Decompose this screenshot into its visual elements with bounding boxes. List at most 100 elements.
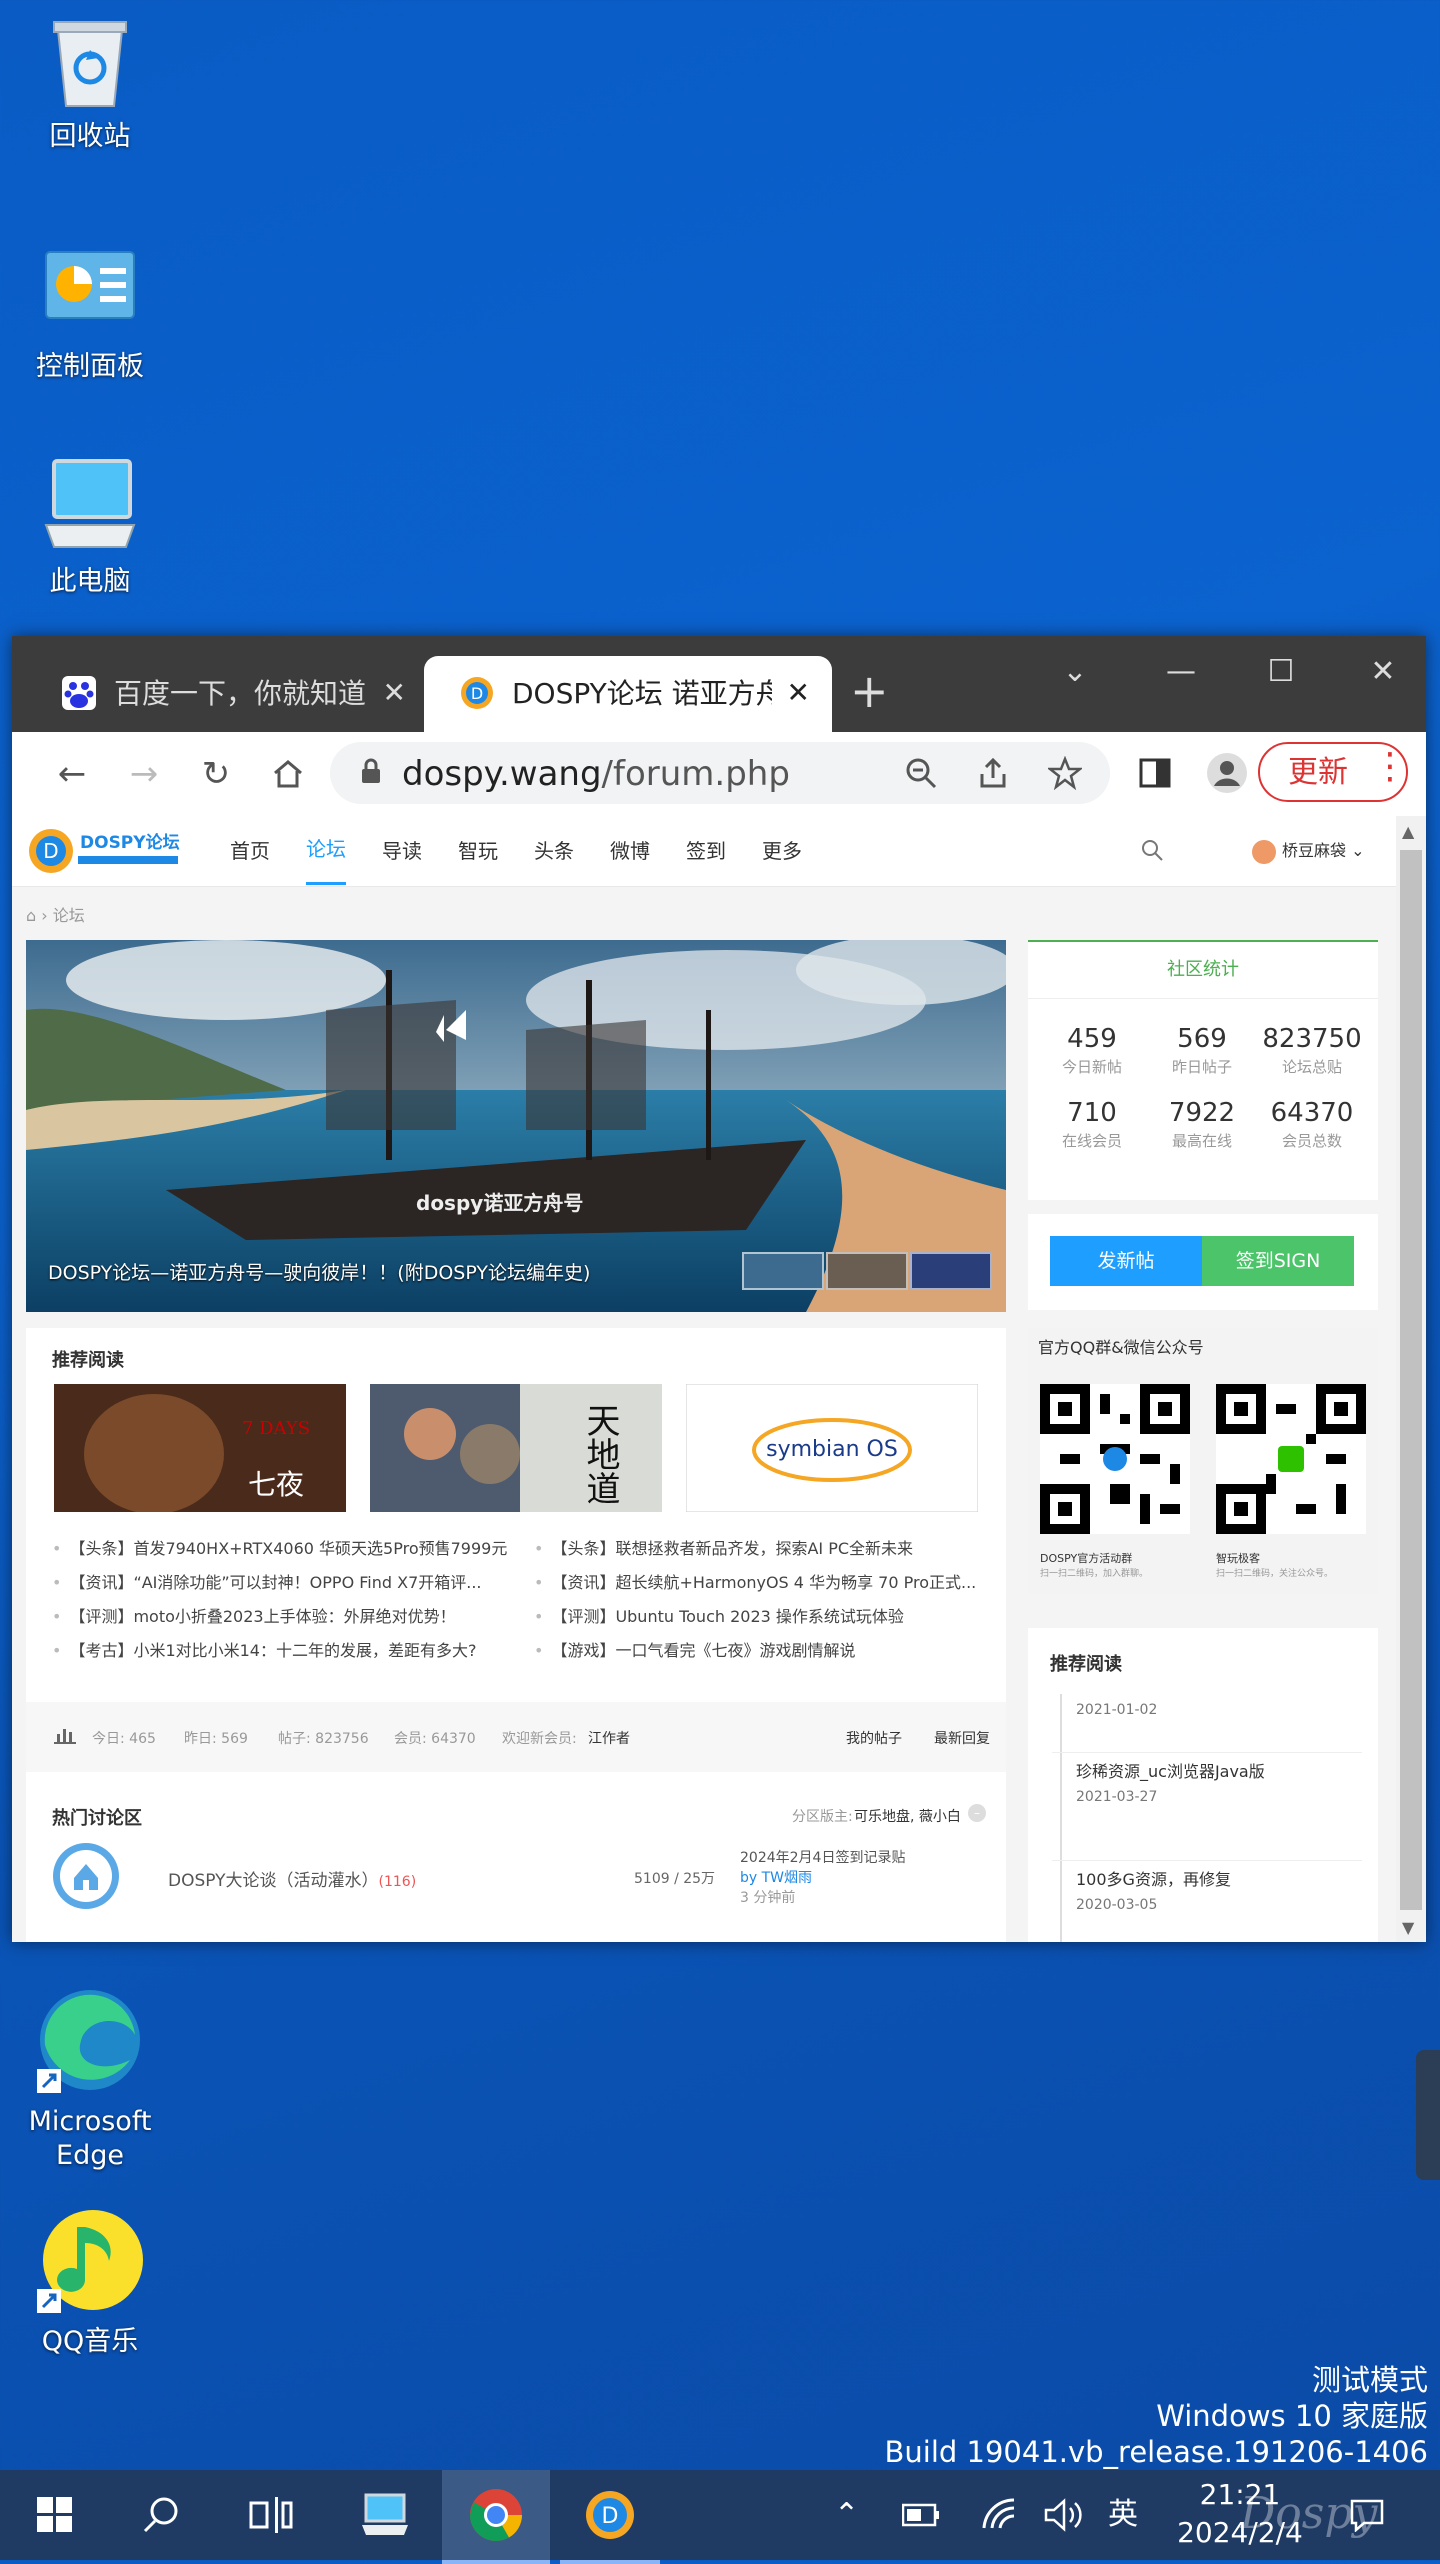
user-menu[interactable]: 桥豆麻袋 ⌄ [1252, 838, 1365, 864]
home-icon[interactable] [266, 752, 310, 796]
tab-dospy[interactable]: D DOSPY论坛 诺亚方舟 ✕ [424, 656, 832, 732]
profile-avatar-icon[interactable] [1206, 752, 1248, 794]
stat-today: 今日: 465 [92, 1731, 156, 1747]
back-arrow-icon[interactable]: ← [50, 752, 94, 796]
board-name-link[interactable]: DOSPY大论谈（活动灌水）(116) [168, 1866, 416, 1891]
stat-label: 在线会员 [1061, 1132, 1122, 1150]
desktop-icon-recycle-bin[interactable]: 回收站 [20, 10, 160, 154]
bookmark-star-icon[interactable] [1048, 756, 1082, 790]
timeline-item[interactable]: 珍稀资源_uc浏览器Java版 2021-03-27 [1052, 1752, 1362, 1809]
svg-text:七夜: 七夜 [248, 1468, 304, 1501]
address-bar[interactable]: dospy.wang/forum.php [330, 742, 1110, 804]
side-panel-icon[interactable] [1138, 756, 1172, 790]
my-posts-link[interactable]: 我的帖子 [846, 1728, 902, 1748]
scroll-down-icon[interactable]: ▼ [1402, 1918, 1414, 1937]
wifi-icon[interactable] [980, 2496, 1018, 2534]
nav-item-guide[interactable]: 导读 [382, 816, 422, 886]
nav-item-smartplay[interactable]: 智玩 [458, 816, 498, 886]
search-button[interactable] [116, 2470, 206, 2560]
banner-thumb[interactable] [910, 1252, 992, 1290]
collapse-icon[interactable]: – [968, 1804, 986, 1822]
zoom-out-icon[interactable] [904, 756, 938, 790]
board-last-post[interactable]: 2024年2月4日签到记录贴 by TW烟雨 3 分钟前 [740, 1848, 905, 1908]
share-icon[interactable] [976, 756, 1010, 790]
thumbnail-seven-days-game[interactable]: 7 DAYS 七夜 [54, 1384, 346, 1512]
breadcrumb-item[interactable]: 论坛 [53, 906, 85, 925]
nav-item-signin[interactable]: 签到 [686, 816, 726, 886]
desktop-icon-label: Microsoft Edge [28, 2106, 152, 2171]
news-item[interactable]: 【评测】moto小折叠2023上手体验：外屏绝对优势！ [52, 1600, 512, 1634]
volume-flyout-edge[interactable] [1416, 2050, 1440, 2180]
svg-text:D: D [602, 2504, 619, 2529]
news-item[interactable]: 【头条】联想拯救者新品齐发，探索AI PC全新未来 [534, 1532, 994, 1566]
nav-item-more[interactable]: 更多 [762, 816, 802, 886]
new-post-button[interactable]: 发新帖 [1050, 1236, 1202, 1286]
taskbar-app-chrome[interactable] [442, 2470, 550, 2564]
banner-slideshow[interactable]: dospy诺亚方舟号 DOSPY论坛—诺亚方舟号—驶向彼岸！！(附DOSPY论坛… [26, 940, 1006, 1312]
new-member-link[interactable]: 江作者 [588, 1728, 630, 1748]
desktop-icon-this-pc[interactable]: 此电脑 [20, 455, 160, 599]
thumbnail-symbian[interactable]: symbian OS [686, 1384, 978, 1512]
minimize-button[interactable]: — [1156, 652, 1206, 692]
news-item[interactable]: 【评测】Ubuntu Touch 2023 操作系统试玩体验 [534, 1600, 994, 1634]
scroll-up-icon[interactable]: ▲ [1402, 822, 1414, 841]
moderators-names[interactable]: 可乐地盘, 薇小白 [854, 1806, 961, 1826]
desktop-icon-qq-music[interactable]: QQ音乐 [20, 2205, 160, 2359]
maximize-button[interactable]: ☐ [1256, 652, 1306, 692]
board-icon[interactable] [52, 1842, 120, 1910]
browser-toolbar: ← → ↻ dospy.wang/forum.php 更新 ⋮ [12, 732, 1426, 817]
volume-icon[interactable] [1044, 2498, 1084, 2532]
user-name: 桥豆麻袋 [1282, 841, 1347, 860]
update-browser-button[interactable]: 更新 ⋮ [1258, 742, 1408, 802]
sign-in-button[interactable]: 签到SIGN [1202, 1236, 1354, 1286]
taskbar-app-computer[interactable] [340, 2470, 430, 2560]
news-item[interactable]: 【考古】小米1对比小米14：十二年的发展，差距有多大? [52, 1634, 512, 1668]
watermark-line: Build 19041.vb_release.191206-1406 [884, 2435, 1429, 2469]
reload-icon[interactable]: ↻ [194, 752, 238, 796]
last-post-user[interactable]: TW烟雨 [762, 1870, 812, 1886]
timeline-item[interactable]: 2021-01-02 [1052, 1698, 1362, 1722]
home-icon[interactable]: ⌂ [26, 906, 36, 925]
start-button[interactable] [10, 2470, 100, 2560]
tab-baidu[interactable]: 百度一下，你就知道 ✕ [26, 656, 428, 732]
stat-online: 710 在线会员 [1042, 1096, 1142, 1152]
desktop-icon-edge[interactable]: Microsoft Edge [20, 1985, 160, 2173]
forward-arrow-icon[interactable]: → [122, 752, 166, 796]
more-menu-icon[interactable]: ⋮ [1372, 748, 1408, 786]
nav-item-forum[interactable]: 论坛 [306, 816, 346, 885]
news-item[interactable]: 【头条】首发7940HX+RTX4060 华硕天选5Pro预售7999元 [52, 1532, 512, 1566]
news-item[interactable]: 【资讯】“AI消除功能”可以封神！OPPO Find X7开箱评... [52, 1566, 512, 1600]
desktop-icon-control-panel[interactable]: 控制面板 [20, 240, 160, 384]
battery-icon[interactable] [902, 2502, 940, 2528]
nav-item-headlines[interactable]: 头条 [534, 816, 574, 886]
thumbnail-tiandi-game[interactable]: 天地道 [370, 1384, 662, 1512]
qr-card: 官方QQ群&微信公众号 DOSPY官方活动群 扫一扫二维码，加入群聊。 智玩极客… [1028, 1328, 1378, 1594]
computer-icon [40, 455, 140, 555]
close-window-button[interactable]: ✕ [1358, 652, 1408, 692]
banner-caption[interactable]: DOSPY论坛—诺亚方舟号—驶向彼岸！！(附DOSPY论坛编年史) [48, 1258, 590, 1285]
watermark-line: Windows 10 家庭版 [1156, 2399, 1428, 2433]
tab-close-icon[interactable]: ✕ [787, 674, 810, 712]
ime-indicator[interactable]: 英 [1108, 2470, 1138, 2560]
banner-thumb[interactable] [826, 1252, 908, 1290]
new-tab-button[interactable]: + [850, 666, 889, 716]
nav-item-weibo[interactable]: 微博 [610, 816, 650, 886]
show-hidden-icons-chevron-icon[interactable]: ⌃ [834, 2470, 859, 2560]
qr-label-sub: 扫一扫二维码，关注公众号。 [1216, 1569, 1334, 1579]
qq-group-label: DOSPY官方活动群 扫一扫二维码，加入群聊。 [1040, 1550, 1200, 1579]
taskbar: D ⌃ 英 21:21 2024/2/4 Dospy [0, 2470, 1440, 2564]
tab-close-icon[interactable]: ✕ [383, 674, 406, 712]
notifications-icon[interactable] [1350, 2498, 1384, 2532]
page-scrollbar[interactable]: ▲ ▼ [1396, 816, 1426, 1942]
task-view-button[interactable] [226, 2470, 316, 2560]
banner-thumb[interactable] [742, 1252, 824, 1290]
news-item[interactable]: 【游戏】一口气看完《七夜》游戏剧情解说 [534, 1634, 994, 1668]
news-item[interactable]: 【资讯】超长续航+HarmonyOS 4 华为畅享 70 Pro正式... [534, 1566, 994, 1600]
latest-replies-link[interactable]: 最新回复 [934, 1728, 990, 1748]
timeline-item[interactable]: 100多G资源，再修复 2020-03-05 [1052, 1860, 1362, 1917]
taskbar-app-dospy[interactable]: D [560, 2470, 660, 2564]
scrollbar-thumb[interactable] [1400, 850, 1422, 1910]
search-icon[interactable] [1140, 838, 1164, 862]
tab-search-dropdown-icon[interactable]: ⌄ [1050, 652, 1100, 692]
nav-item-home[interactable]: 首页 [230, 816, 270, 886]
